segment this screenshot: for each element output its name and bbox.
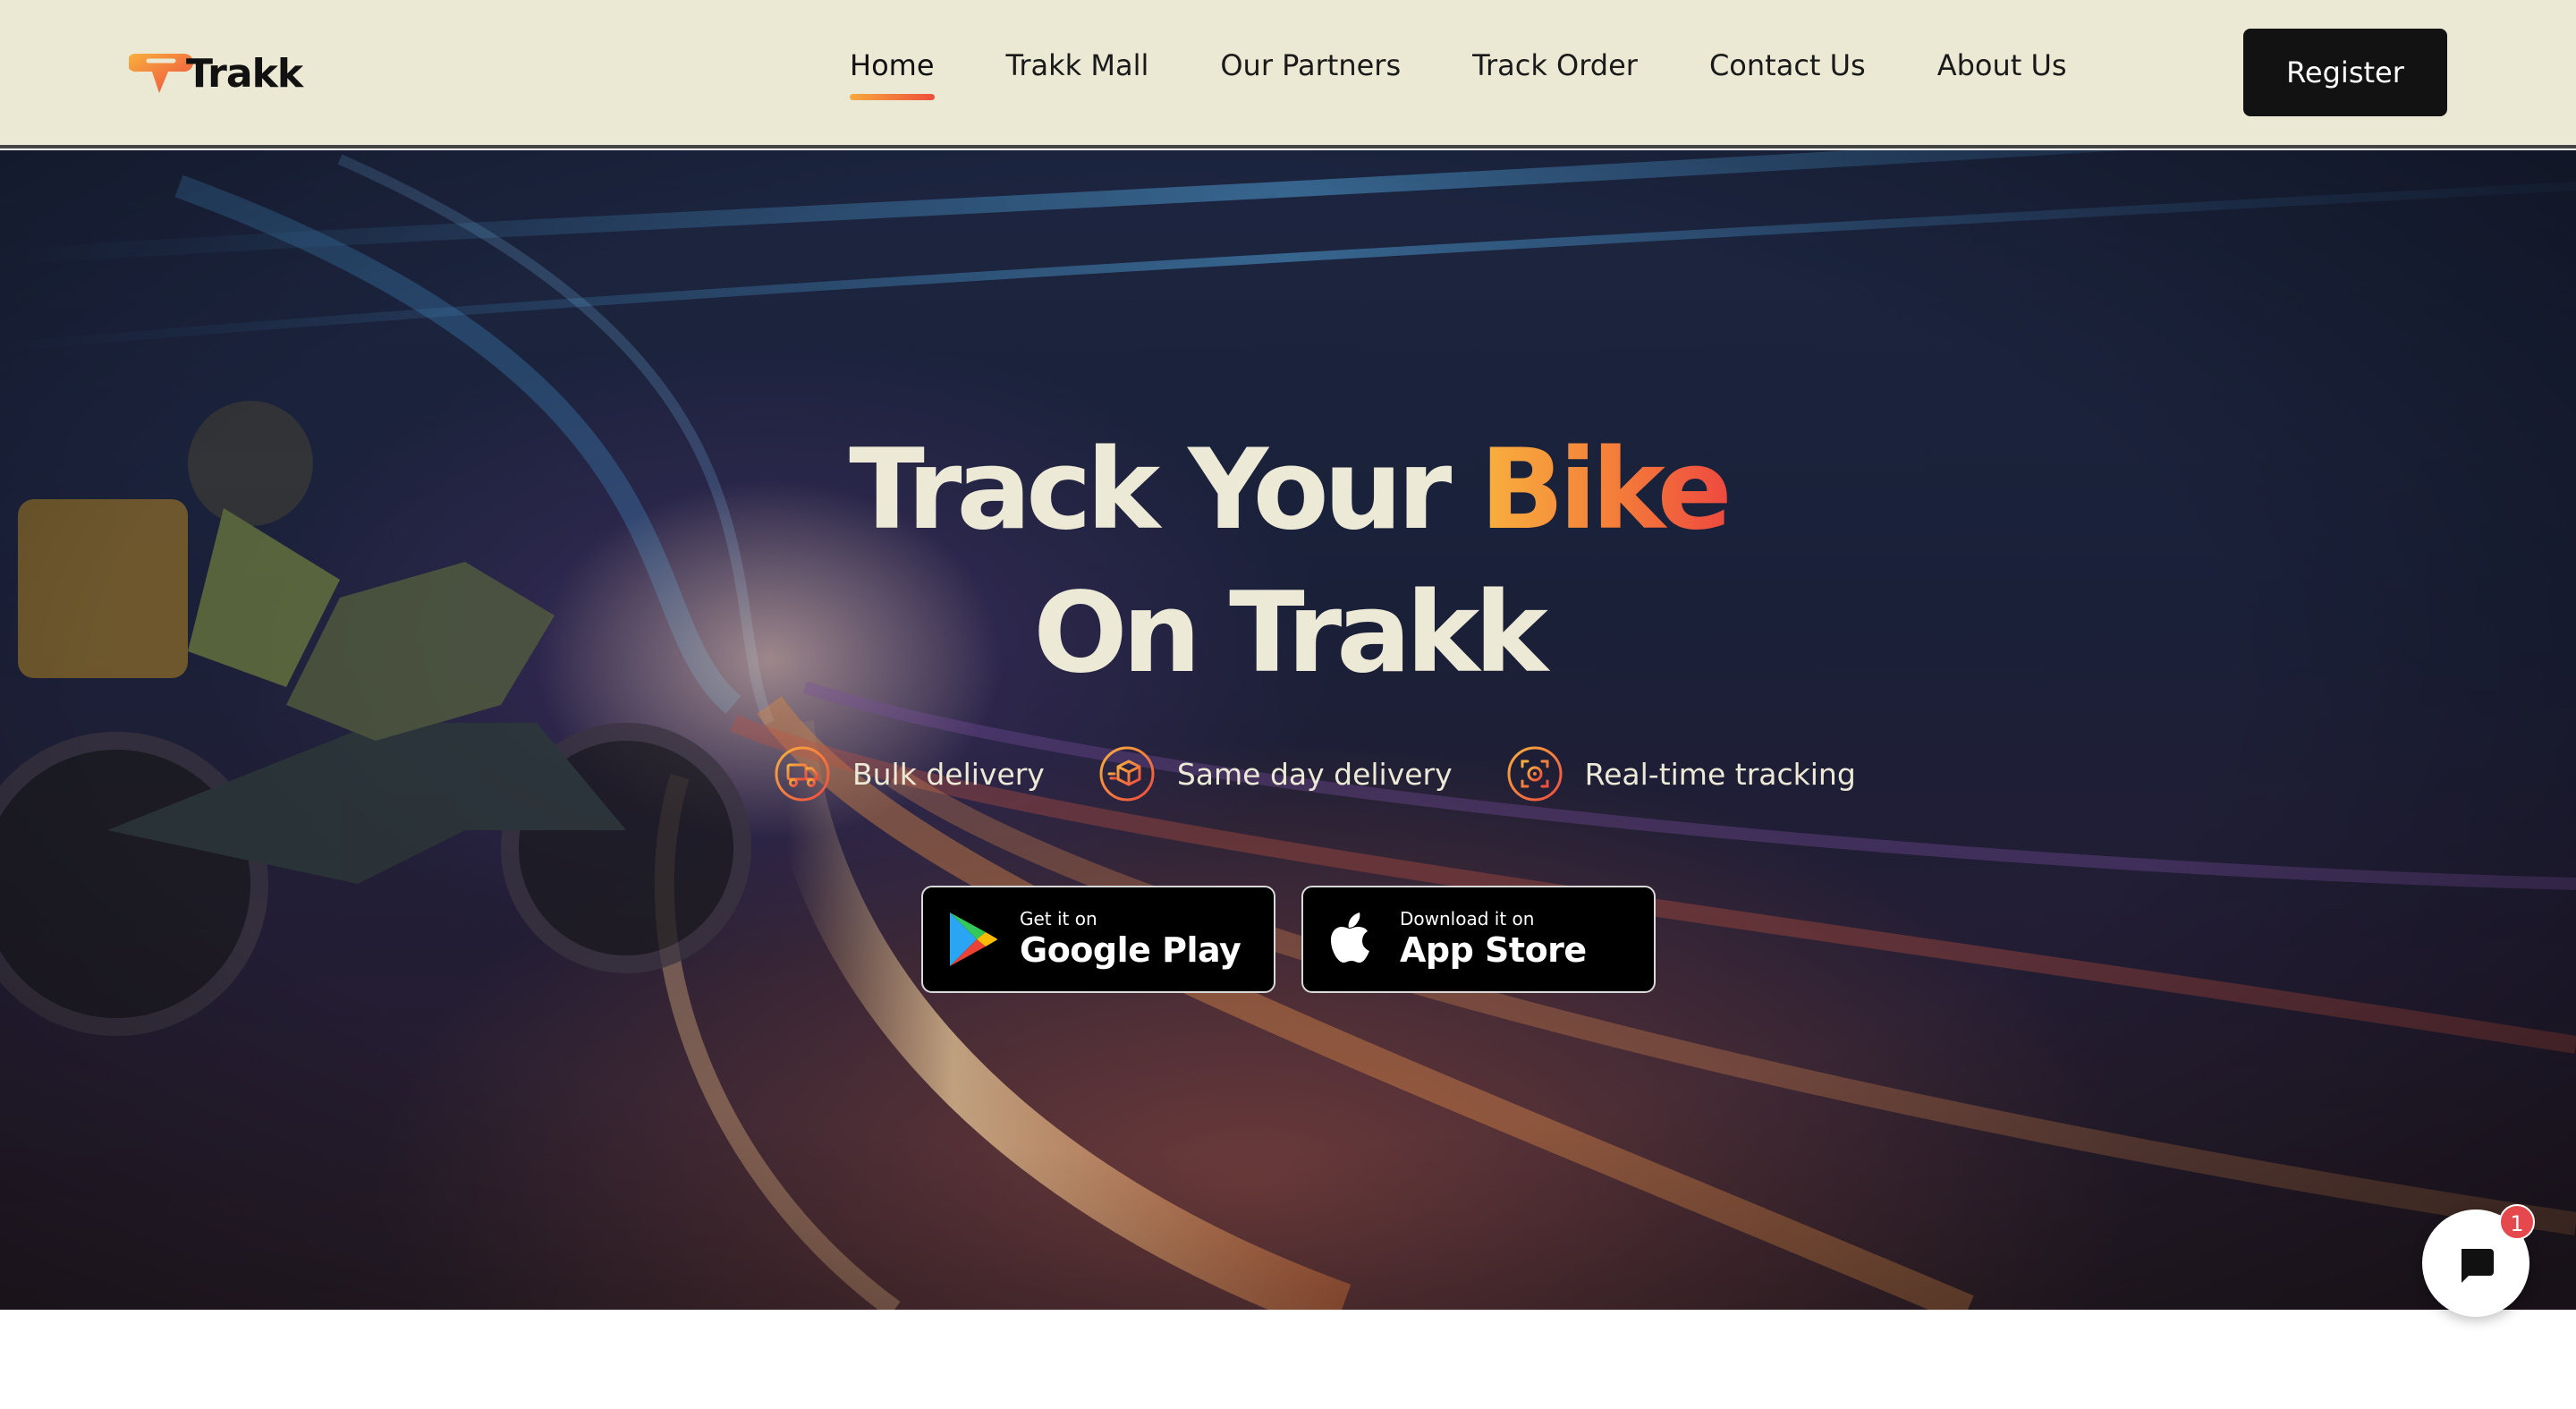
nav-trakk-mall[interactable]: Trakk Mall — [1006, 48, 1149, 82]
trakk-logo-icon — [129, 54, 193, 93]
hero-background-image — [0, 150, 2576, 1310]
feature-list: Bulk delivery Same day delivery Real-tim… — [774, 745, 1910, 802]
chat-notification-badge: 1 — [2499, 1204, 2535, 1240]
brand-logo[interactable]: Trakk — [129, 50, 303, 97]
box-icon — [1099, 746, 1155, 802]
feature-real-time-tracking: Real-time tracking — [1506, 745, 1856, 802]
google-play-text: Get it on Google Play — [1020, 908, 1241, 971]
google-play-big-label: Google Play — [1020, 930, 1241, 970]
hero-section: Track Your Bike On Trakk Bulk delivery S… — [0, 150, 2576, 1310]
main-nav: Home Trakk Mall Our Partners Track Order… — [850, 48, 2139, 100]
google-play-icon — [950, 912, 997, 966]
tracking-icon — [1507, 746, 1563, 802]
site-header: Trakk Home Trakk Mall Our Partners Track… — [0, 0, 2576, 149]
chat-widget-button[interactable]: 1 — [2422, 1204, 2535, 1317]
active-nav-underline — [850, 94, 935, 100]
google-play-button[interactable]: Get it on Google Play — [921, 886, 1275, 993]
hero-title-prefix: Track Your — [849, 426, 1480, 555]
app-store-big-label: App Store — [1400, 930, 1587, 970]
nav-track-order-label: Track Order — [1472, 48, 1638, 82]
app-store-small-label: Download it on — [1400, 908, 1535, 929]
nav-our-partners-label: Our Partners — [1220, 48, 1402, 82]
chat-bubble-icon — [2462, 1249, 2494, 1283]
nav-about-us[interactable]: About Us — [1937, 48, 2067, 82]
feature-same-day-delivery: Same day delivery — [1098, 745, 1453, 802]
brand-name: Trakk — [186, 50, 303, 97]
nav-track-order[interactable]: Track Order — [1472, 48, 1638, 82]
google-play-small-label: Get it on — [1020, 908, 1097, 929]
feature-label: Real-time tracking — [1584, 756, 1856, 792]
app-store-button[interactable]: Download it on App Store — [1301, 886, 1656, 993]
nav-contact-us[interactable]: Contact Us — [1709, 48, 1866, 82]
nav-trakk-mall-label: Trakk Mall — [1005, 48, 1149, 82]
nav-contact-us-label: Contact Us — [1708, 48, 1866, 82]
hero-title-accent: Bike — [1479, 426, 1732, 555]
nav-our-partners[interactable]: Our Partners — [1220, 48, 1401, 82]
apple-icon — [1331, 912, 1369, 963]
register-button[interactable]: Register — [2243, 29, 2447, 116]
nav-home[interactable]: Home — [850, 48, 935, 100]
truck-icon — [775, 746, 830, 802]
feature-label: Same day delivery — [1176, 756, 1453, 792]
hero-title-line1: Track Your Bike — [0, 419, 2576, 562]
feature-label: Bulk delivery — [852, 756, 1045, 792]
nav-about-us-label: About Us — [1936, 48, 2067, 82]
app-store-text: Download it on App Store — [1400, 908, 1587, 971]
hero-title-line2: On Trakk — [1033, 569, 1548, 698]
hero-title: Track Your Bike On Trakk — [0, 419, 2576, 705]
feature-bulk-delivery: Bulk delivery — [774, 745, 1045, 802]
nav-home-label: Home — [850, 48, 935, 82]
